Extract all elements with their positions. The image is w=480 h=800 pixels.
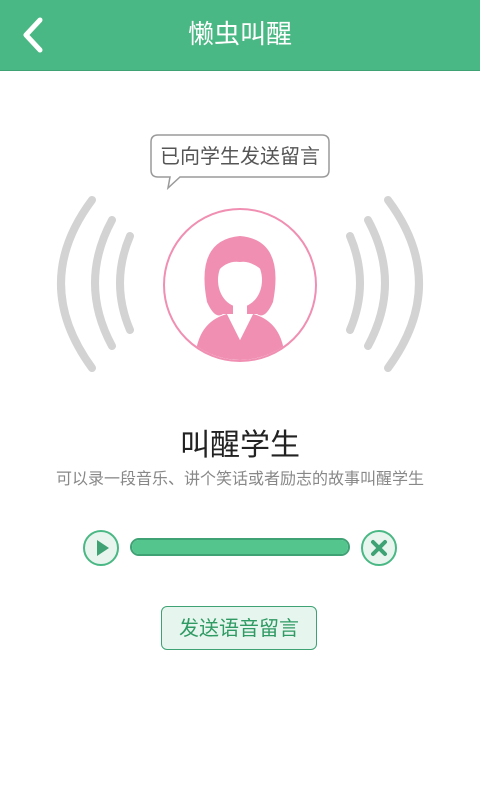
top-bar: 懒虫叫醒 [0,0,480,71]
close-icon [371,540,387,556]
right-wave-middle [364,216,389,350]
progress-fill [132,540,348,554]
audio-progress-bar[interactable] [130,538,350,556]
page-title: 懒虫叫醒 [187,20,292,50]
female-avatar-icon [195,236,285,360]
left-wave-inner [116,232,134,334]
send-voice-message-button[interactable]: 发送语音留言 [161,606,317,650]
play-button[interactable] [83,530,119,566]
status-bubble: 已向学生发送留言 [150,134,330,190]
right-wave-outer [384,196,423,372]
bubble-text: 已向学生发送留言 [160,144,320,168]
left-wave-middle [91,216,116,350]
student-avatar [163,208,317,362]
delete-recording-button[interactable] [361,530,397,566]
main-subheading: 可以录一段音乐、讲个笑话或者励志的故事叫醒学生 [55,469,424,488]
right-wave-inner [346,232,364,334]
main-heading: 叫醒学生 [180,428,300,463]
play-icon [97,540,109,556]
left-wave-outer [57,196,96,372]
